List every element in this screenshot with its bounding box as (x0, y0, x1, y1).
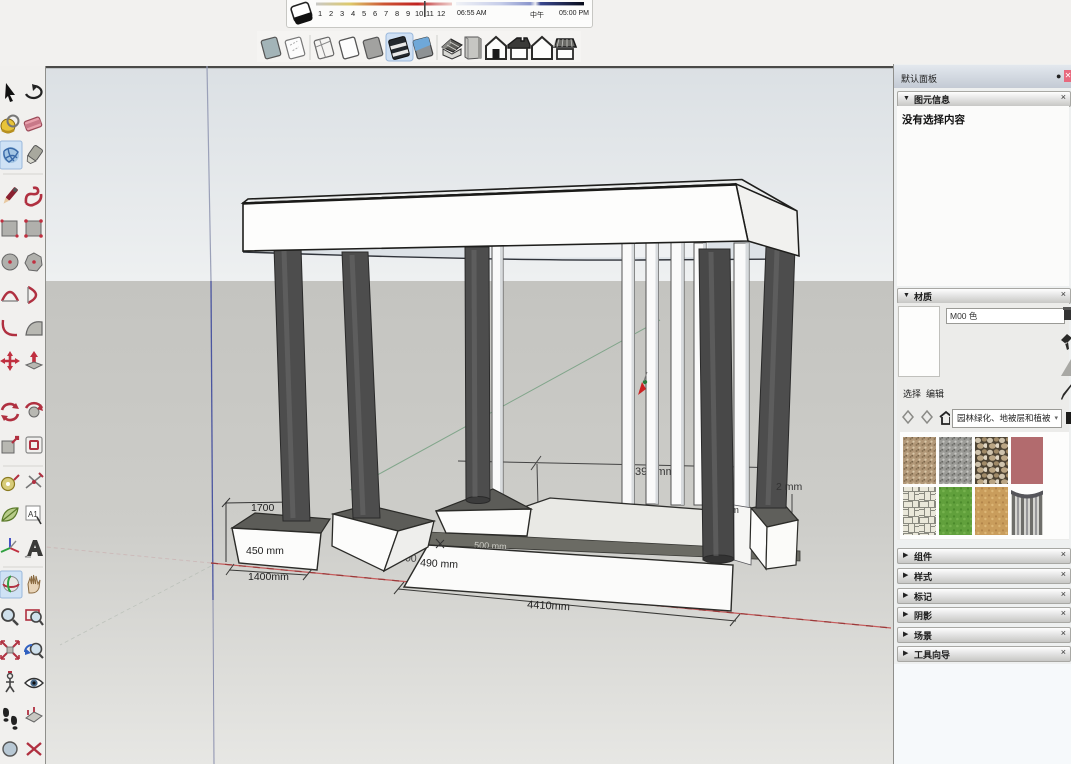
svg-text:490 mm: 490 mm (420, 557, 459, 571)
svg-text:1700: 1700 (251, 502, 275, 514)
svg-text:450 mm: 450 mm (246, 545, 284, 557)
svg-text:4410mm: 4410mm (527, 599, 570, 613)
svg-text:2 mm: 2 mm (776, 481, 803, 493)
svg-text:1400mm: 1400mm (248, 571, 289, 583)
